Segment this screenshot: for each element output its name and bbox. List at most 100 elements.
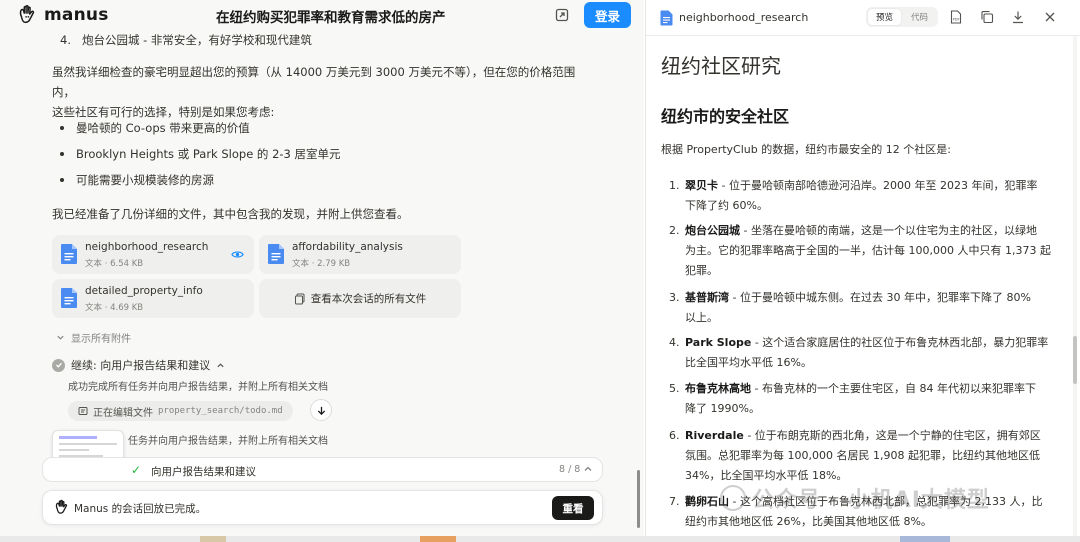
chevron-up-icon <box>584 466 592 471</box>
item-text: 34%，比全国平均水平低 18%。 <box>685 469 848 482</box>
task-label: 向用户报告结果和建议 <box>151 466 256 478</box>
neighborhood-name: 炮台公园城 <box>685 224 740 237</box>
file-card-affordability-analysis[interactable]: affordability_analysis 文本 · 2.79 KB <box>259 235 461 274</box>
tab-preview[interactable]: 预览 <box>868 9 901 25</box>
taskbar-app[interactable] <box>200 536 226 542</box>
doc-list-item: 5. 布鲁克林高地 - 布鲁克林的一个主要住宅区，自 84 年代初以来犯罪率下降… <box>669 379 1063 419</box>
file-card-neighborhood-research[interactable]: neighborhood_research 文本 · 6.54 KB <box>52 235 254 274</box>
bullet-text: Brooklyn Heights 或 Park Slope 的 2-3 居室单元 <box>76 147 341 161</box>
doc-heading-1: 纽约社区研究 <box>661 54 781 78</box>
taskbar-app[interactable] <box>420 536 456 542</box>
close-icon[interactable] <box>1043 10 1057 24</box>
thumb-line <box>59 436 97 439</box>
doc-heading-2: 纽约市的安全社区 <box>661 107 790 126</box>
document-content: 纽约社区研究 纽约市的安全社区 根据 PropertyClub 的数据，纽约市最… <box>661 36 1071 542</box>
item-text: - 这个适合家庭居住的社区位于布鲁克林西北部，暴力犯罪率 <box>751 336 1049 349</box>
neighborhood-name: 翠贝卡 <box>685 179 718 192</box>
task-progress-bar[interactable]: ✓ 向用户报告结果和建议 8 / 8 <box>42 457 603 482</box>
list-number: 6. <box>669 429 680 442</box>
taskbar-app[interactable] <box>900 536 950 542</box>
file-meta: 文本 · 2.79 KB <box>292 259 351 269</box>
doc-list-item: 2. 炮台公园城 - 坐落在曼哈顿的南端，这是一个以住宅为主的社区，以绿地 为主。… <box>669 221 1063 281</box>
arrow-down-icon <box>317 406 325 415</box>
bullet-dot <box>60 178 64 182</box>
tab-code[interactable]: 代码 <box>903 9 936 25</box>
neighborhood-name: 鹳卵石山 <box>685 495 729 508</box>
replay-message: Manus 的会话回放已完成。 <box>74 503 207 515</box>
item-text: - 这个高档社区位于布鲁克林西北部，总犯罪率为 2,133 人，比 <box>729 495 1043 508</box>
doc-list-item: 4. Park Slope - 这个适合家庭居住的社区位于布鲁克林西北部，暴力犯… <box>669 333 1063 373</box>
app-logo[interactable]: manus <box>16 4 109 26</box>
show-all-attachments-toggle[interactable]: 显示所有附件 <box>56 330 131 345</box>
document-icon <box>61 288 77 308</box>
item-text: - 位于布朗克斯的西北角，这是一个宁静的住宅区，拥有郊区 <box>743 429 1041 442</box>
item-text: 犯罪。 <box>685 264 718 277</box>
doc-list-item: 1. 翠贝卡 - 位于曼哈顿南部哈德逊河沿岸。2000 年至 2023 年间，犯… <box>669 176 1063 216</box>
chat-scrollbar[interactable] <box>637 470 640 528</box>
paragraph-line: 虽然我详细检查的豪宅明显超出您的预算（从 14000 万美元到 3000 万美元… <box>52 65 576 99</box>
bullet-text: 曼哈顿的 Co-ops 带来更高的价值 <box>76 121 250 135</box>
scrollbar-thumb[interactable] <box>1073 336 1077 384</box>
item-text: - 布鲁克林的一个主要住宅区，自 84 年代初以来犯罪率下 <box>751 382 1036 395</box>
bullet-text: 可能需要小规模装修的房源 <box>76 173 214 187</box>
chat-panel: manus 在纽约购买犯罪率和教育需求低的房产 登录 4. 炮台公园城 - 非常… <box>0 0 644 542</box>
replay-complete-bar: Manus 的会话回放已完成。 重看 <box>42 490 603 525</box>
file-card-detailed-property-info[interactable]: detailed_property_info 文本 · 4.69 KB <box>52 279 254 318</box>
task-count: 8 / 8 <box>559 464 581 475</box>
manus-hand-icon <box>19 4 35 24</box>
item-text: 纽约市其他地区低 26%，比美国其他地区低 8%。 <box>685 515 932 528</box>
doc-intro: 根据 PropertyClub 的数据，纽约市最安全的 12 个社区是: <box>661 143 951 156</box>
login-button[interactable]: 登录 <box>584 2 631 28</box>
doc-list-item: 6. Riverdale - 位于布朗克斯的西北角，这是一个宁静的住宅区，拥有郊… <box>669 426 1063 486</box>
list-item: 4. 炮台公园城 - 非常安全，有好学校和现代建筑 <box>60 32 312 48</box>
file-meta: 文本 · 6.54 KB <box>85 259 144 269</box>
list-number: 3. <box>669 291 680 304</box>
copy-icon[interactable] <box>980 10 994 24</box>
item-text: 降了 1990%。 <box>685 402 760 415</box>
doc-list-item: 3. 基普斯湾 - 位于曼哈顿中城东侧。在过去 30 年中，犯罪率下降了 80%… <box>669 288 1063 328</box>
pdf-export-icon[interactable]: PDF <box>949 10 963 24</box>
list-item-number: 4. <box>60 33 71 47</box>
editing-file-chip[interactable]: 正在编辑文件 property_search/todo.md <box>68 401 293 421</box>
panel-file-title: neighborhood_research <box>679 11 809 24</box>
file-name: detailed_property_info <box>85 285 203 297</box>
bullet-item: 曼哈顿的 Co-ops 带来更高的价值 <box>60 120 250 136</box>
list-number: 7. <box>669 495 680 508</box>
file-name: affordability_analysis <box>292 241 403 253</box>
show-all-label: 显示所有附件 <box>71 334 131 345</box>
item-text: - 位于曼哈顿中城东侧。在过去 30 年中，犯罪率下降了 80% <box>729 291 1031 304</box>
checkmark-icon: ✓ <box>131 463 142 477</box>
view-all-label: 查看本次会话的所有文件 <box>310 293 427 305</box>
neighborhood-name: Riverdale <box>685 429 744 442</box>
step-label: 继续: 向用户报告结果和建议 <box>71 359 211 372</box>
thumb-line <box>59 449 89 451</box>
neighborhood-name: 布鲁克林高地 <box>685 382 751 395</box>
document-icon <box>660 10 673 26</box>
paragraph-budget: 虽然我详细检查的豪宅明显超出您的预算（从 14000 万美元到 3000 万美元… <box>52 62 592 122</box>
file-meta: 文本 · 4.69 KB <box>85 303 144 313</box>
item-text: 下降了约 60%。 <box>685 199 768 212</box>
bullet-item: 可能需要小规模装修的房源 <box>60 172 214 188</box>
bullet-dot <box>60 126 64 130</box>
view-all-files-button[interactable]: 查看本次会话的所有文件 <box>259 279 461 318</box>
document-scrollbar[interactable] <box>1073 36 1077 542</box>
list-number: 2. <box>669 224 680 237</box>
share-icon[interactable] <box>554 7 570 23</box>
rewatch-button[interactable]: 重看 <box>552 496 594 520</box>
item-text: 比全国平均水平低 16%。 <box>685 356 812 369</box>
list-number: 5. <box>669 382 680 395</box>
chevron-down-icon <box>57 335 64 340</box>
chevron-up-icon <box>217 362 224 367</box>
eye-icon[interactable] <box>231 248 244 261</box>
check-circle-icon <box>52 358 65 372</box>
os-taskbar-edge <box>0 536 1080 542</box>
download-icon[interactable] <box>1011 10 1025 24</box>
page-title: 在纽约购买犯罪率和教育需求低的房产 <box>216 10 446 26</box>
file-name: neighborhood_research <box>85 241 209 253</box>
step-continue[interactable]: 继续: 向用户报告结果和建议 <box>52 357 225 373</box>
list-number: 1. <box>669 179 680 192</box>
top-bar: manus 在纽约购买犯罪率和教育需求低的房产 登录 <box>0 0 644 32</box>
scroll-to-bottom-button[interactable] <box>310 399 332 421</box>
list-item-text: 炮台公园城 - 非常安全，有好学校和现代建筑 <box>81 33 312 47</box>
item-text: 以上。 <box>685 311 718 324</box>
